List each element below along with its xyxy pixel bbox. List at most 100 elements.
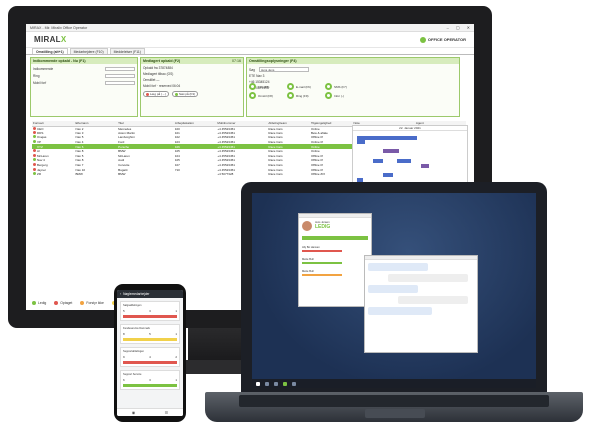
nav-menu-icon[interactable]: ☰ [165,410,169,415]
status-dot-icon [33,167,36,171]
trackpad [365,409,425,418]
close-button[interactable]: ✕ [467,25,470,30]
timeline-event[interactable] [357,140,365,144]
quick-email-button[interactable]: E-mail (F6) [287,83,321,90]
call-panel-title: Medlagert opkald (F2) 07:16 [141,58,243,64]
incoming-panel-title: Indkommende opkald - Nu (F1) [31,58,137,64]
taskbar-app-icon[interactable] [265,381,269,386]
card-title: Salgsafdelingen [123,304,142,307]
tab-omstilling[interactable]: Omstilling (alt+1) [32,48,68,54]
table-cell: Race Cars [268,172,283,177]
call-line: Medlagert tilbao (OS) [143,72,174,76]
contact-search-row: Søg Jens Jens [249,67,457,72]
call-actions: Læg på (→) Sæt på (F3) [143,91,241,97]
laptop-base [205,392,583,422]
partner-logo: OFFICE OPERATOR [419,36,466,43]
ring-input[interactable] [105,74,135,78]
status-bar [302,250,342,252]
phone-card[interactable]: Salgsafdelingen 5 3 1 [120,301,180,321]
card-status-strip [123,384,177,387]
sms-icon [325,83,332,90]
nav-home-icon[interactable]: ◉ [132,410,136,415]
incoming-panel: Indkommende opkald - Nu (F1) Indkommende… [30,57,138,117]
status-dot-icon [33,149,36,153]
phone-icon [287,92,294,99]
phone-card-list: Salgsafdelingen 5 3 1 Kundeservice Danmark 8 5… [117,301,183,390]
laptop-chat-window [364,255,478,353]
contact-status: LEDIG [315,224,331,230]
minimize-button[interactable]: – [447,25,449,30]
list-item[interactable]: Mette Bull [302,258,368,261]
phone-card[interactable]: Kundeservice Danmark 8 5 1 [120,324,180,344]
card-value: 2 [175,355,177,359]
mobile-input[interactable] [105,81,135,85]
card-title: Support Service [123,373,142,376]
quick-call-button[interactable]: Ring (F9) [287,92,321,99]
timeline-event[interactable] [357,136,417,140]
chat-message [368,285,418,293]
timeline-date: 22. Januar 2021 [353,126,467,131]
status-dot-icon [33,135,36,139]
list-item[interactable]: Mette Bull [302,270,368,273]
phone-screen: ‹ Nøglemedarbejder Salgsafdelingen 5 3 1 Kun… [117,290,183,416]
start-icon[interactable] [256,381,260,386]
maximize-button[interactable]: ▢ [456,25,460,30]
contact-card-header: Jens Jensen LEDIG [299,218,371,234]
info-icon [249,83,256,90]
quick-info-button[interactable]: Info (F5) [249,83,283,90]
timeline-event[interactable] [397,159,411,163]
keyboard [239,395,549,407]
card-value: 3 [149,378,151,382]
tab-meddelelser[interactable]: Meddelelser (F11) [109,48,145,54]
legend-dot-icon [80,301,85,305]
partner-logo-icon [419,36,426,43]
status-bar [302,274,342,276]
chat-message [368,307,432,315]
table-cell: ZR [32,172,75,177]
top-panels: Indkommende opkald - Nu (F1) Indkommende… [26,55,474,119]
quick-actions: Info (F5) E-mail (F6) SMS (F7) Omstil (F… [249,83,359,99]
call-line: Opkald fra 37874884 [143,66,173,70]
quick-sms-button[interactable]: SMS (F7) [325,83,359,90]
taskbar-app-icon[interactable] [283,381,287,386]
phone-bottom-nav: ◉ ☰ [117,408,183,416]
phone-card[interactable]: Support Service 6 3 1 [120,370,180,390]
email-icon [287,83,294,90]
window-title: MIRAX - Mir. Miralix Office Operator [30,25,88,30]
timeline-event[interactable] [373,159,383,163]
taskbar-app-icon[interactable] [274,381,278,386]
contact-search-input[interactable]: Jens Jens [258,67,309,72]
chat-message [398,296,468,304]
status-dot-icon [33,140,36,144]
list-item[interactable]: Ally Bo Hansen [302,246,368,249]
table-cell [174,172,217,177]
timeline-event[interactable] [383,173,393,177]
phone-card[interactable]: Supportafdelingen 9 4 2 [120,347,180,367]
taskbar-app-icon[interactable] [292,381,296,386]
table-cell: BMW [75,172,83,177]
card-value: 5 [123,309,125,313]
laptop-desktop: Jens Jensen LEDIG Ally Bo Hansen Mette B… [252,193,536,388]
status-dot-icon [33,158,36,162]
contact-panel-title: Omstillingsoplysninger (F4) [247,58,459,64]
laptop-contact-window: Jens Jensen LEDIG Ally Bo Hansen Mette B… [298,213,372,307]
timeline-event[interactable] [421,164,429,168]
back-icon[interactable]: ‹ [120,292,121,296]
card-value: 8 [123,332,125,336]
hangup-button[interactable]: Læg på (→) [143,91,170,97]
phone-app-bar: ‹ Nøglemedarbejder [117,290,183,298]
status-legend: LedigOptagetForstyr ikkeVente [32,301,127,305]
quick-transfer-button[interactable]: Omstil (F8) [249,92,283,99]
card-value: 3 [149,309,151,313]
quick-more-button[interactable]: Infor (-) [325,92,359,99]
tab-medarbejdere[interactable]: Medarbejdere (F10) [69,48,108,54]
contact-line: ETE Nav 3 [249,74,265,78]
timeline-event[interactable] [383,149,399,153]
field-row: Indkommende [33,67,135,71]
card-values: 5 3 1 [123,309,177,313]
hold-button[interactable]: Sæt på (F3) [172,91,199,97]
status-bar [302,236,368,240]
incoming-input[interactable] [105,67,135,71]
table-cell: +4 5077328 [217,172,234,177]
table-cell: BMW [118,172,126,177]
